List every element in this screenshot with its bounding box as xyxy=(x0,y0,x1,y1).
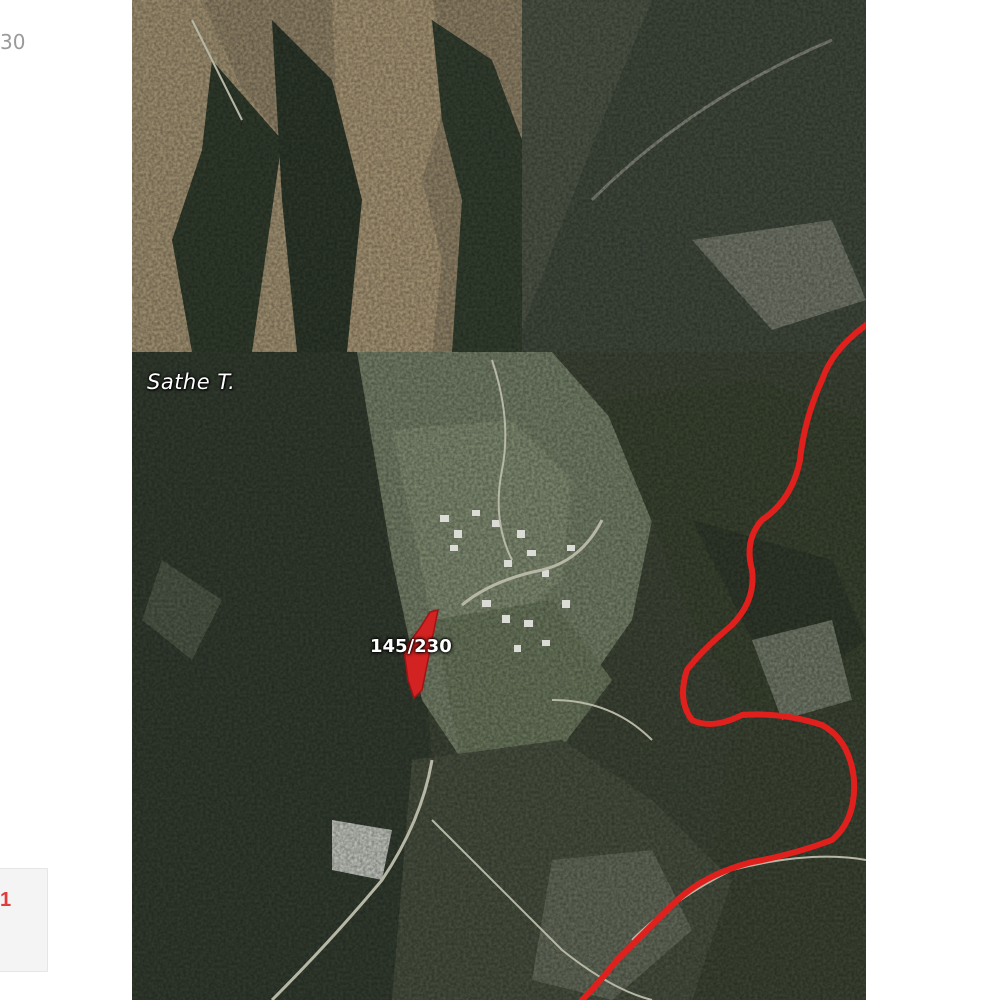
place-label: Sathe T. xyxy=(147,370,236,394)
edge-text: 30 xyxy=(0,30,26,54)
widget-marker: 1 xyxy=(0,889,12,911)
map-imagery xyxy=(132,0,866,1000)
left-margin: 30 1 xyxy=(0,0,132,1000)
parcel-label[interactable]: 145/230 xyxy=(370,636,452,657)
side-widget[interactable]: 1 xyxy=(0,868,48,972)
satellite-map[interactable]: Sathe T. 145/230 xyxy=(132,0,866,1000)
right-margin xyxy=(866,0,1000,1000)
